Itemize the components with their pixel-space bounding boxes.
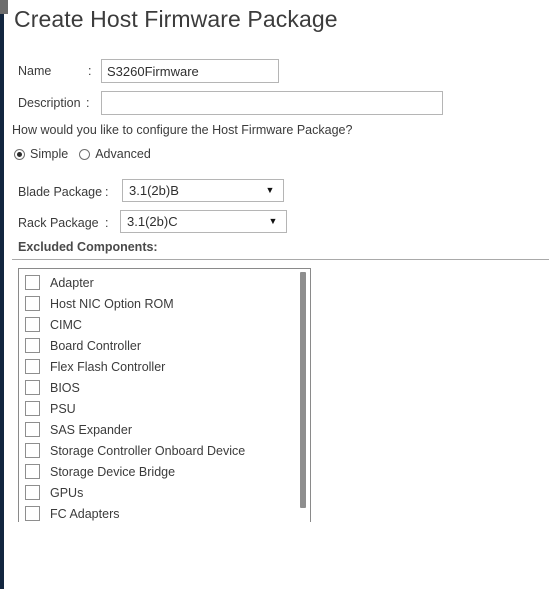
left-stripe-cap (0, 0, 8, 14)
list-item[interactable]: BIOS (19, 377, 310, 398)
list-item[interactable]: SAS Expander (19, 419, 310, 440)
radio-simple-icon[interactable] (14, 148, 25, 160)
list-item[interactable]: Adapter (19, 272, 310, 293)
list-item[interactable]: Flex Flash Controller (19, 356, 310, 377)
radio-option-advanced[interactable]: Advanced (79, 147, 151, 161)
list-item-label: Flex Flash Controller (50, 359, 166, 374)
blade-package-select[interactable]: 3.1(2b)B ▼ (122, 179, 284, 202)
checkbox-icon[interactable] (25, 401, 40, 416)
list-item[interactable]: Board Controller (19, 335, 310, 356)
list-item-label: PSU (50, 401, 76, 416)
list-item-label: CIMC (50, 317, 82, 332)
list-item-label: SAS Expander (50, 422, 132, 437)
list-scrollbar-thumb[interactable] (300, 272, 306, 508)
list-item-label: Adapter (50, 275, 94, 290)
checkbox-icon[interactable] (25, 338, 40, 353)
list-item-label: BIOS (50, 380, 80, 395)
checkbox-icon[interactable] (25, 317, 40, 332)
list-item-label: GPUs (50, 485, 84, 500)
list-item-label: Board Controller (50, 338, 142, 353)
list-item[interactable]: Host NIC Option ROM (19, 293, 310, 314)
list-item[interactable]: PSU (19, 398, 310, 419)
configure-question-text: How would you like to configure the Host… (12, 123, 353, 137)
excluded-components-list: Adapter Host NIC Option ROM CIMC Board Cont… (19, 272, 310, 522)
blade-package-value: 3.1(2b)B (129, 183, 179, 198)
checkbox-icon[interactable] (25, 296, 40, 311)
rack-package-colon: : (105, 216, 109, 230)
list-item[interactable]: FC Adapters (19, 503, 310, 522)
list-item-label: Host NIC Option ROM (50, 296, 174, 311)
name-input[interactable] (101, 59, 279, 83)
create-host-firmware-package-dialog: Create Host Firmware Package Name : Desc… (0, 0, 549, 589)
description-input[interactable] (101, 91, 443, 115)
excluded-components-title: Excluded Components: (18, 240, 158, 254)
left-accent-stripe (0, 0, 4, 589)
list-scrollbar[interactable] (298, 269, 308, 522)
list-item-label: Storage Device Bridge (50, 464, 176, 479)
radio-advanced-label: Advanced (95, 147, 151, 161)
checkbox-icon[interactable] (25, 359, 40, 374)
checkbox-icon[interactable] (25, 485, 40, 500)
list-item[interactable]: Storage Device Bridge (19, 461, 310, 482)
radio-option-simple[interactable]: Simple (14, 147, 68, 161)
page-title: Create Host Firmware Package (14, 6, 338, 32)
checkbox-icon[interactable] (25, 506, 40, 521)
name-colon: : (88, 64, 92, 78)
checkbox-icon[interactable] (25, 422, 40, 437)
description-colon: : (86, 96, 90, 110)
rack-package-value: 3.1(2b)C (127, 214, 178, 229)
list-item-label: FC Adapters (50, 506, 120, 521)
chevron-down-icon[interactable]: ▼ (264, 217, 286, 226)
list-item[interactable]: GPUs (19, 482, 310, 503)
chevron-down-icon[interactable]: ▼ (261, 186, 283, 195)
description-label: Description (18, 96, 81, 110)
name-label: Name (18, 64, 52, 78)
checkbox-icon[interactable] (25, 464, 40, 479)
blade-package-label: Blade Package (18, 185, 103, 199)
rack-package-label: Rack Package (18, 216, 99, 230)
list-item-label: Storage Controller Onboard Device (50, 443, 246, 458)
list-item[interactable]: CIMC (19, 314, 310, 335)
rack-package-select[interactable]: 3.1(2b)C ▼ (120, 210, 287, 233)
configuration-mode-radio-group: Simple Advanced (14, 147, 162, 161)
blade-package-colon: : (105, 185, 109, 199)
excluded-components-listbox[interactable]: Adapter Host NIC Option ROM CIMC Board Cont… (18, 268, 311, 522)
checkbox-icon[interactable] (25, 380, 40, 395)
radio-simple-label: Simple (30, 147, 69, 161)
checkbox-icon[interactable] (25, 443, 40, 458)
list-item[interactable]: Storage Controller Onboard Device (19, 440, 310, 461)
section-divider (12, 259, 549, 260)
checkbox-icon[interactable] (25, 275, 40, 290)
radio-advanced-icon[interactable] (79, 148, 91, 160)
